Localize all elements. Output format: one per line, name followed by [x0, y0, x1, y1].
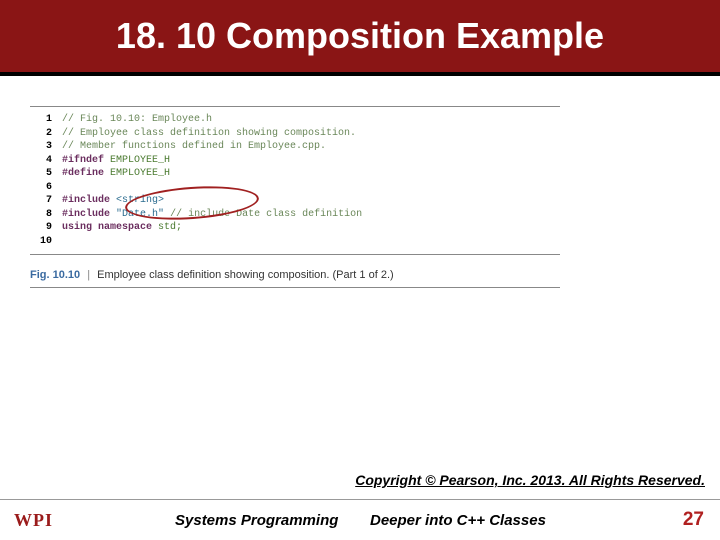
caption-label: Fig. 10.10	[30, 269, 80, 281]
footer-mid-text: Deeper into C++ Classes	[370, 512, 546, 529]
caption-text: Employee class definition showing compos…	[97, 269, 394, 281]
slide-title: 18. 10 Composition Example	[116, 15, 604, 57]
code-line: 6	[30, 181, 560, 195]
code-listing: 1// Fig. 10.10: Employee.h 2// Employee …	[30, 106, 560, 255]
footer-bar: WPI Systems Programming Deeper into C++ …	[0, 499, 720, 540]
code-line: 4#ifndef EMPLOYEE_H	[30, 154, 560, 168]
figure-caption: Fig. 10.10 | Employee class definition s…	[30, 263, 560, 288]
slide-content: 1// Fig. 10.10: Employee.h 2// Employee …	[0, 76, 720, 288]
code-line: 7#include <string>	[30, 194, 560, 208]
slide-title-bar: 18. 10 Composition Example	[0, 0, 720, 76]
code-line: 3// Member functions defined in Employee…	[30, 140, 560, 154]
code-line: 5#define EMPLOYEE_H	[30, 167, 560, 181]
page-number: 27	[683, 509, 704, 531]
caption-divider: |	[87, 269, 90, 281]
code-line: 8#include "Date.h" // include Date class…	[30, 208, 560, 222]
wpi-logo: WPI	[14, 510, 53, 531]
code-line: 2// Employee class definition showing co…	[30, 127, 560, 141]
footer-left-text: Systems Programming	[175, 512, 338, 529]
copyright-text: Copyright © Pearson, Inc. 2013. All Righ…	[355, 472, 705, 488]
code-line: 9using namespace std;	[30, 221, 560, 235]
code-line: 1// Fig. 10.10: Employee.h	[30, 113, 560, 127]
code-line: 10	[30, 235, 560, 249]
